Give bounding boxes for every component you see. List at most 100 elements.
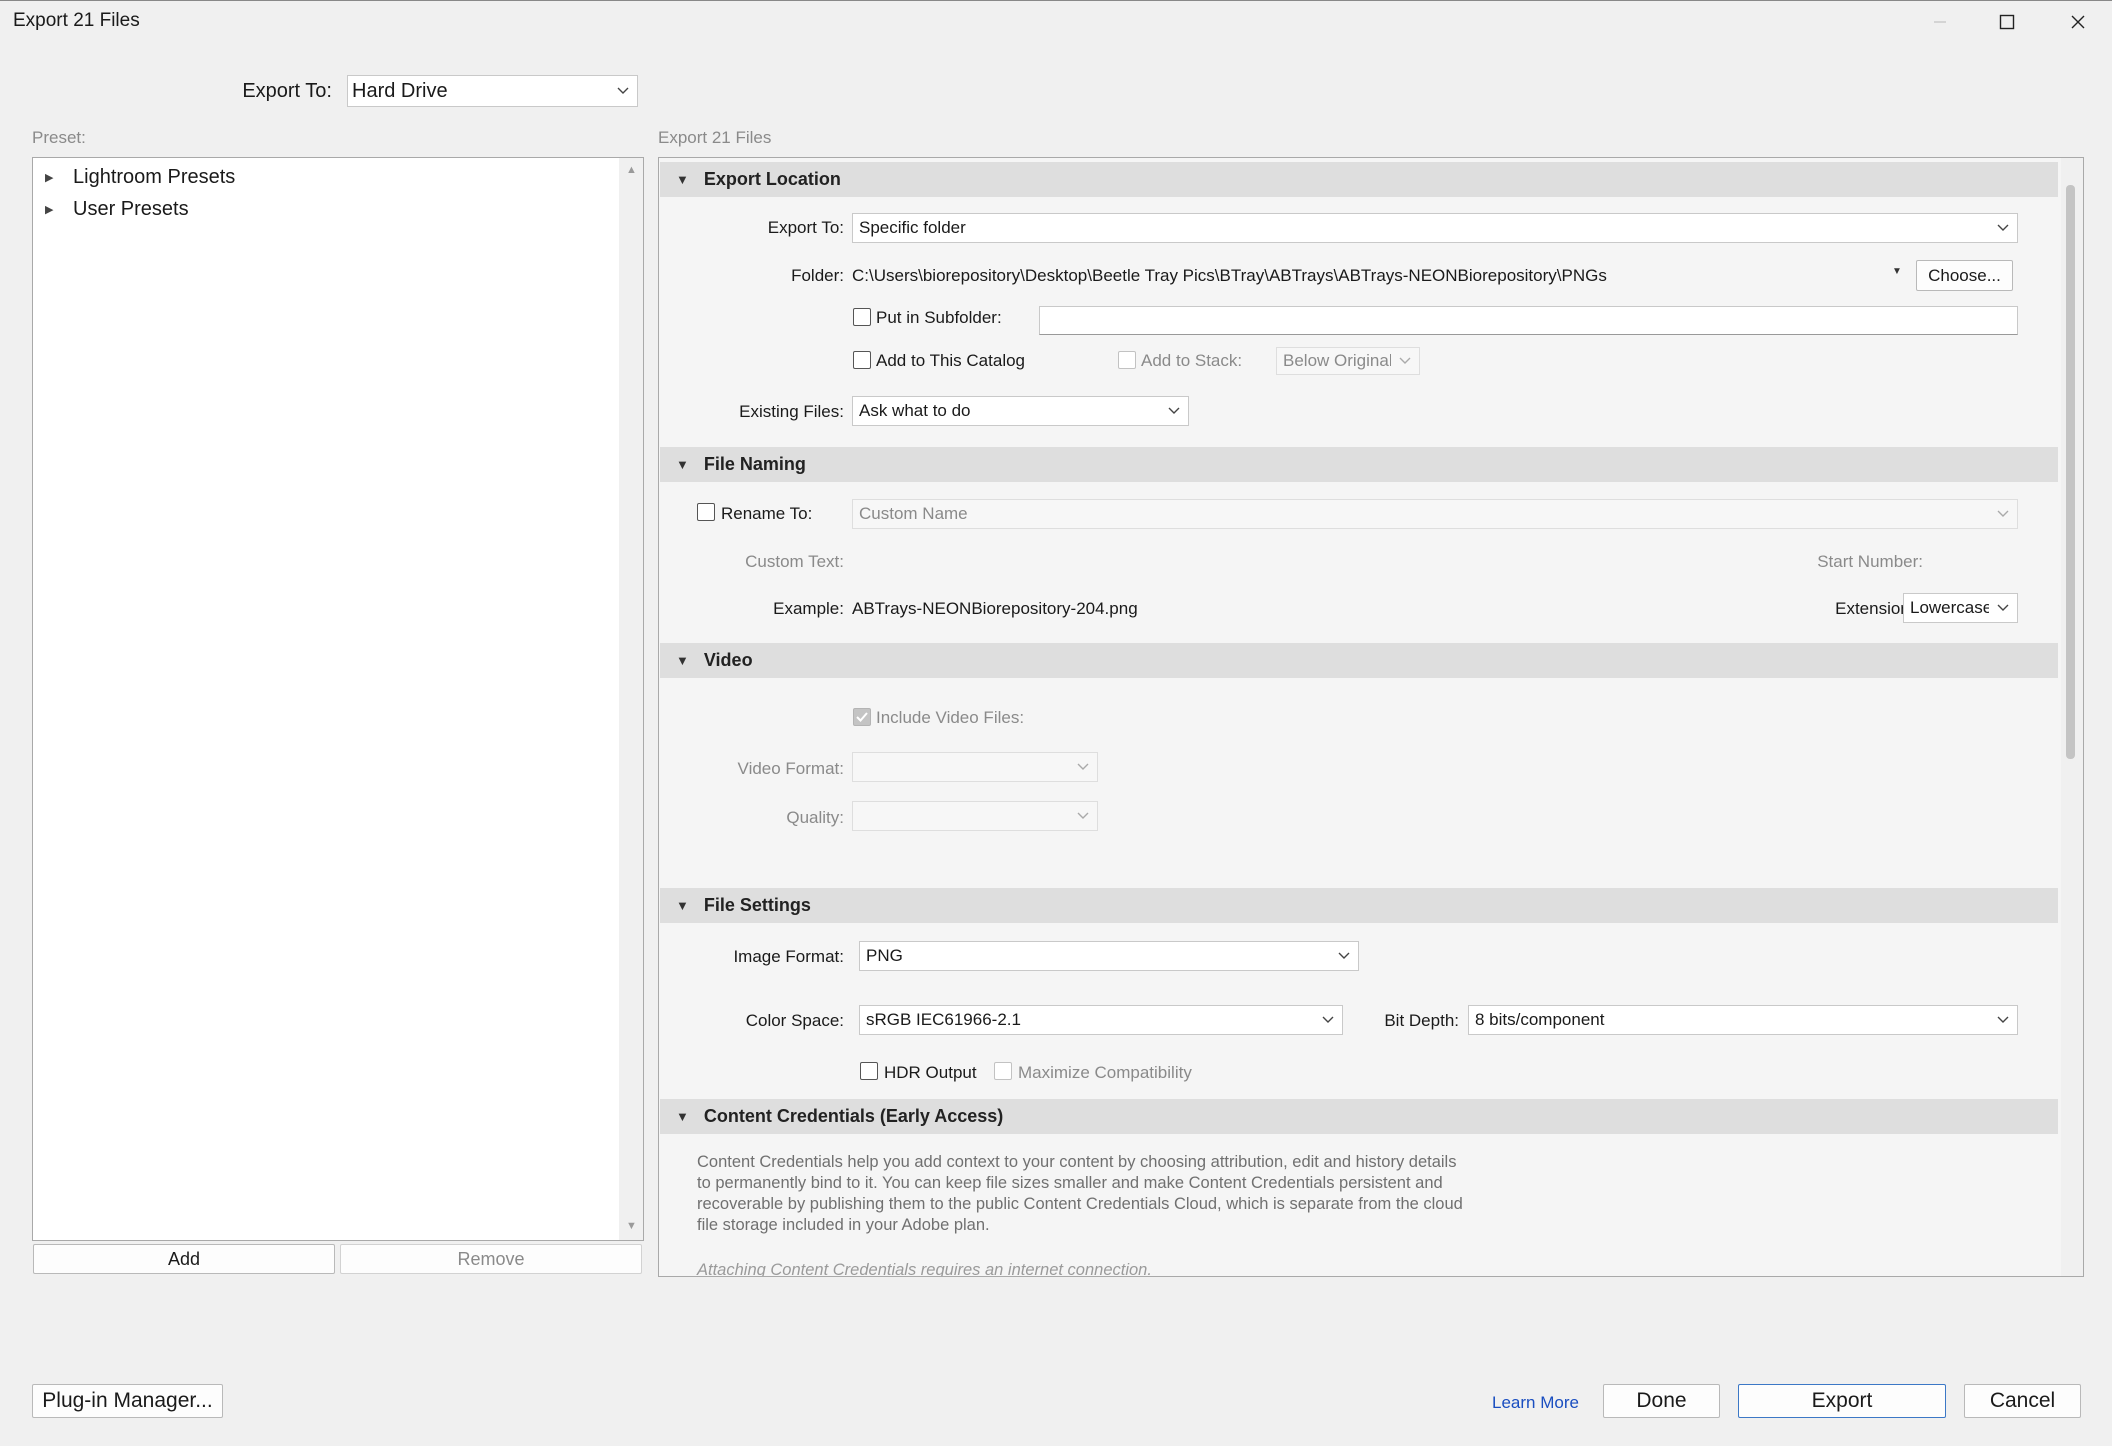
disclosure-triangle-icon: ▼ xyxy=(676,457,689,472)
section-title: File Naming xyxy=(703,454,806,474)
put-in-subfolder-checkbox[interactable] xyxy=(853,308,871,326)
scroll-up-icon[interactable]: ▲ xyxy=(626,164,637,176)
hdr-output-label: HDR Output xyxy=(884,1063,977,1082)
export-to-value: Hard Drive xyxy=(352,79,448,102)
export-to-dropdown[interactable]: Hard Drive xyxy=(347,75,638,107)
disclosure-triangle-icon: ▼ xyxy=(676,172,689,187)
section-export-location[interactable]: ▼ Export Location xyxy=(660,162,2058,197)
chevron-down-icon xyxy=(1160,407,1188,415)
preset-item-label: Lightroom Presets xyxy=(73,166,236,188)
minimize-button[interactable] xyxy=(1908,4,1972,40)
maximize-compatibility-label: Maximize Compatibility xyxy=(1018,1063,1192,1082)
disclosure-triangle-icon: ▼ xyxy=(676,1109,689,1124)
folder-history-dropdown-icon[interactable]: ▼ xyxy=(1892,266,1902,277)
image-format-label: Image Format: xyxy=(733,947,844,966)
image-format-dropdown[interactable]: PNG xyxy=(859,941,1359,971)
chevron-down-icon xyxy=(1391,357,1419,365)
checkmark-icon xyxy=(856,712,868,722)
image-format-value: PNG xyxy=(866,946,903,965)
export-settings-panel: ▼ Export Location Export To: Specific fo… xyxy=(658,157,2084,1277)
choose-folder-button[interactable]: Choose... xyxy=(1916,260,2013,291)
stack-position-dropdown[interactable]: Below Original xyxy=(1276,347,1420,375)
existing-files-value: Ask what to do xyxy=(859,401,971,420)
rename-template-value: Custom Name xyxy=(859,504,968,523)
maximize-button[interactable] xyxy=(1975,4,2039,40)
video-format-dropdown[interactable] xyxy=(852,752,1098,782)
video-quality-label: Quality: xyxy=(786,808,844,827)
export-files-header: Export 21 Files xyxy=(658,128,772,147)
subfolder-name-input[interactable] xyxy=(1039,306,2018,335)
extensions-dropdown[interactable]: Lowercase xyxy=(1903,593,2018,623)
chevron-down-icon xyxy=(1069,763,1097,771)
export-button[interactable]: Export xyxy=(1738,1384,1946,1418)
remove-preset-button[interactable]: Remove xyxy=(340,1244,642,1274)
preset-item-user[interactable]: ▶ User Presets xyxy=(45,198,189,221)
stack-position-value: Below Original xyxy=(1283,351,1391,370)
section-title: Content Credentials (Early Access) xyxy=(703,1106,1004,1126)
close-window-button[interactable] xyxy=(2046,4,2110,40)
disclosure-triangle-icon: ▼ xyxy=(676,653,689,668)
folder-path: C:\Users\biorepository\Desktop\Beetle Tr… xyxy=(852,266,1607,285)
plugin-manager-button[interactable]: Plug-in Manager... xyxy=(32,1384,223,1418)
video-format-label: Video Format: xyxy=(737,759,844,778)
section-content-credentials[interactable]: ▼ Content Credentials (Early Access) xyxy=(660,1099,2058,1134)
color-space-dropdown[interactable]: sRGB IEC61966-2.1 xyxy=(859,1005,1343,1035)
add-to-catalog-checkbox[interactable] xyxy=(853,351,871,369)
add-to-catalog-label: Add to This Catalog xyxy=(876,351,1025,370)
preset-list-panel: ▶ Lightroom Presets ▶ User Presets ▲ ▼ xyxy=(32,157,644,1241)
hdr-output-checkbox[interactable] xyxy=(860,1062,878,1080)
window-title: Export 21 Files xyxy=(13,10,140,31)
section-title: Video xyxy=(703,650,753,670)
extensions-value: Lowercase xyxy=(1910,598,1989,617)
scroll-down-icon[interactable]: ▼ xyxy=(626,1220,637,1232)
disclosure-triangle-icon: ▶ xyxy=(45,172,54,184)
section-file-settings[interactable]: ▼ File Settings xyxy=(660,888,2058,923)
add-to-stack-checkbox[interactable] xyxy=(1118,351,1136,369)
chevron-down-icon xyxy=(1989,224,2017,232)
section-title: Export Location xyxy=(703,169,841,189)
preset-item-label: User Presets xyxy=(73,198,189,220)
section-video[interactable]: ▼ Video xyxy=(660,643,2058,678)
export-to-label: Export To: xyxy=(242,80,332,102)
include-video-checkbox[interactable] xyxy=(853,708,871,726)
chevron-down-icon xyxy=(1314,1016,1342,1024)
description-line: file storage included in your Adobe plan… xyxy=(697,1216,990,1234)
start-number-label: Start Number: xyxy=(1817,552,1923,571)
section-title: File Settings xyxy=(703,895,811,915)
existing-files-label: Existing Files: xyxy=(739,402,844,421)
settings-scrollbar-thumb[interactable] xyxy=(2066,185,2075,759)
color-space-value: sRGB IEC61966-2.1 xyxy=(866,1010,1021,1029)
bit-depth-value: 8 bits/component xyxy=(1475,1010,1605,1029)
maximize-compatibility-checkbox[interactable] xyxy=(994,1062,1012,1080)
video-quality-dropdown[interactable] xyxy=(852,801,1098,831)
preset-scrollbar[interactable]: ▲ ▼ xyxy=(619,158,643,1240)
rename-to-checkbox[interactable] xyxy=(697,503,715,521)
existing-files-dropdown[interactable]: Ask what to do xyxy=(852,396,1189,426)
preset-item-lightroom[interactable]: ▶ Lightroom Presets xyxy=(45,166,235,189)
cancel-button[interactable]: Cancel xyxy=(1964,1384,2081,1418)
example-filename: ABTrays-NEONBiorepository-204.png xyxy=(852,599,1138,618)
add-preset-button[interactable]: Add xyxy=(33,1244,335,1274)
preset-label: Preset: xyxy=(32,128,86,147)
learn-more-link[interactable]: Learn More xyxy=(1492,1393,1579,1413)
put-in-subfolder-label: Put in Subfolder: xyxy=(876,308,1002,327)
description-line: to permanently bind to it. You can keep … xyxy=(697,1174,1443,1192)
chevron-down-icon xyxy=(1989,510,2017,518)
chevron-down-icon xyxy=(1330,952,1358,960)
bit-depth-label: Bit Depth: xyxy=(1384,1011,1459,1030)
export-location-dropdown[interactable]: Specific folder xyxy=(852,213,2018,243)
description-line: recoverable by publishing them to the pu… xyxy=(697,1195,1463,1213)
section-file-naming[interactable]: ▼ File Naming xyxy=(660,447,2058,482)
minimize-icon xyxy=(1934,21,1946,23)
maximize-icon xyxy=(1999,14,2015,30)
export-to-location-label: Export To: xyxy=(767,218,844,237)
add-to-stack-label: Add to Stack: xyxy=(1141,351,1243,370)
rename-template-dropdown[interactable]: Custom Name xyxy=(852,499,2018,529)
chevron-down-icon xyxy=(609,87,637,95)
extensions-label: Extensions: xyxy=(1835,599,1923,618)
chevron-down-icon xyxy=(1069,812,1097,820)
custom-text-label: Custom Text: xyxy=(745,552,844,571)
done-button[interactable]: Done xyxy=(1603,1384,1720,1418)
description-line: Content Credentials help you add context… xyxy=(697,1153,1457,1171)
bit-depth-dropdown[interactable]: 8 bits/component xyxy=(1468,1005,2018,1035)
